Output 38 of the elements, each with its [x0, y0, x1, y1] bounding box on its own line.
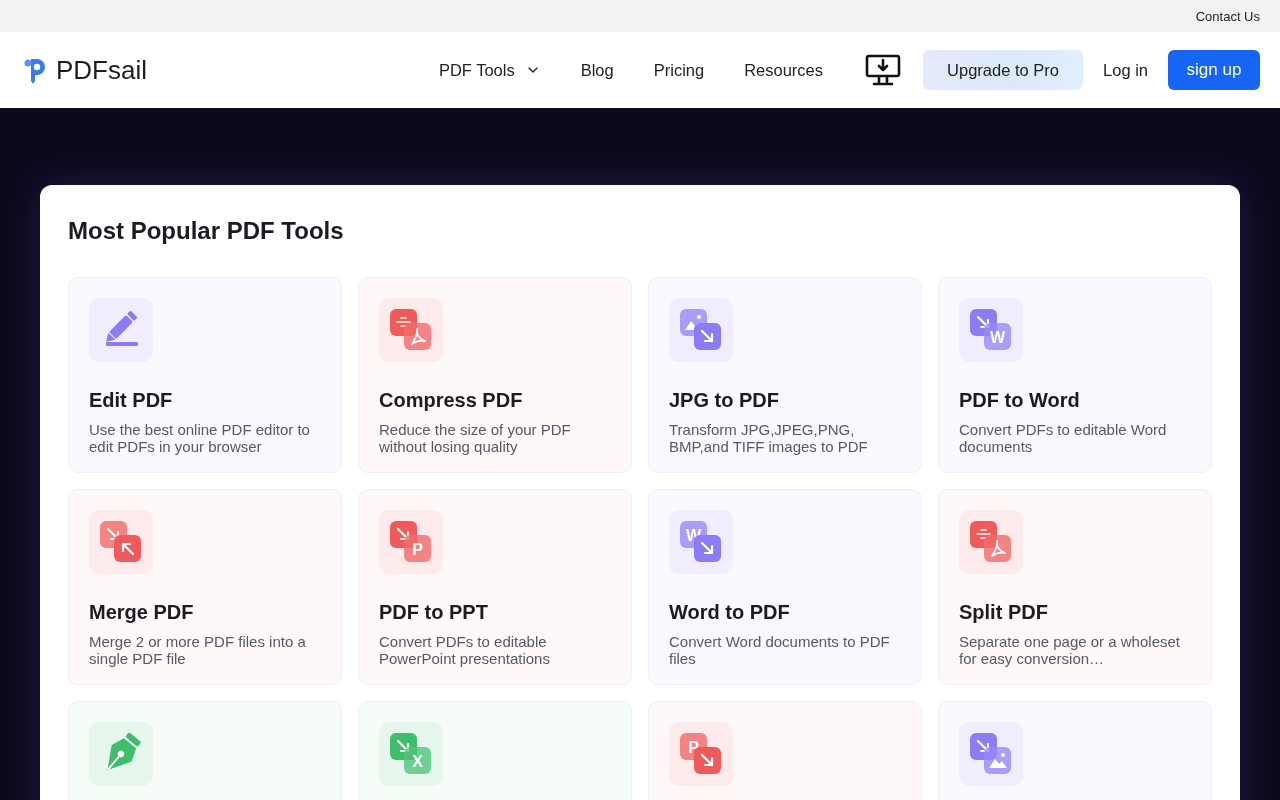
tool-title: PDF to PPT — [379, 600, 489, 624]
tool-card[interactable]: JPG to PDF Transform JPG,JPEG,PNG, BMP,and TIFF images to PDF — [648, 277, 922, 473]
tool-description: Reduce the size of your PDF without losing quality — [379, 421, 572, 455]
tool-description: Separate one page or a wholeset for easy conversion… — [959, 633, 1181, 667]
arrow-letter-tiles-icon: W — [959, 298, 1023, 362]
nav-link[interactable]: Blog — [580, 60, 614, 80]
signup-button[interactable]: sign up — [1168, 50, 1260, 90]
tool-card[interactable]: Compress PDF Reduce the size of your PDF without losing quality — [358, 277, 632, 473]
contact-link[interactable]: Contact Us — [1195, 8, 1260, 24]
nav-dropdown[interactable]: PDF Tools — [438, 60, 541, 80]
tool-card[interactable]: P PDF to PPT Convert PDFs to editable PowerPoint presentations — [358, 489, 632, 685]
tool-title: Split PDF — [959, 600, 1049, 624]
tool-title: Merge PDF — [89, 600, 195, 624]
tool-description: Convert Word documents to PDF files — [669, 633, 891, 667]
upgrade-button[interactable]: Upgrade to Pro — [923, 50, 1084, 90]
section-title: Most Popular PDF Tools — [68, 216, 345, 246]
monitor-download-icon[interactable] — [865, 54, 902, 86]
letter-arrow-tiles-icon: P — [669, 722, 733, 786]
tool-title: Edit PDF — [89, 388, 174, 412]
tool-card[interactable]: Merge PDF Merge 2 or more PDF files into a single PDF file — [68, 489, 342, 685]
tool-description: Convert PDFs to editable Word documents — [959, 421, 1168, 455]
tool-title: JPG to PDF — [669, 388, 780, 412]
tool-card[interactable]: W PDF to Word Convert PDFs to editable Word documents — [938, 277, 1212, 473]
tool-card[interactable]: Edit PDF Use the best online PDF editor to edit PDFs in your browser — [68, 277, 342, 473]
arrow-letter-tiles-icon: X — [379, 722, 443, 786]
tool-description: Merge 2 or more PDF files into a single PDF file — [89, 633, 307, 667]
login-link[interactable]: Log in — [1103, 60, 1148, 80]
tool-title: Compress PDF — [379, 388, 524, 412]
tool-description: Transform JPG,JPEG,PNG, BMP,and TIFF images to PDF — [669, 421, 869, 455]
nav-link[interactable]: Pricing — [653, 60, 705, 80]
tool-card[interactable]: Split PDF Separate one page or a wholeset for easy conversion… — [938, 489, 1212, 685]
tool-description: Convert PDFs to editable PowerPoint presentations — [379, 633, 551, 667]
tool-description: Use the best online PDF editor to edit PDFs in your browser — [89, 421, 311, 455]
nav-link[interactable]: Resources — [744, 60, 824, 80]
tool-title: PDF to Word — [959, 388, 1081, 412]
tool-title: Word to PDF — [669, 600, 791, 624]
arrow-letter-tiles-icon: P — [379, 510, 443, 574]
logo-text[interactable]: PDFsail — [56, 54, 147, 86]
